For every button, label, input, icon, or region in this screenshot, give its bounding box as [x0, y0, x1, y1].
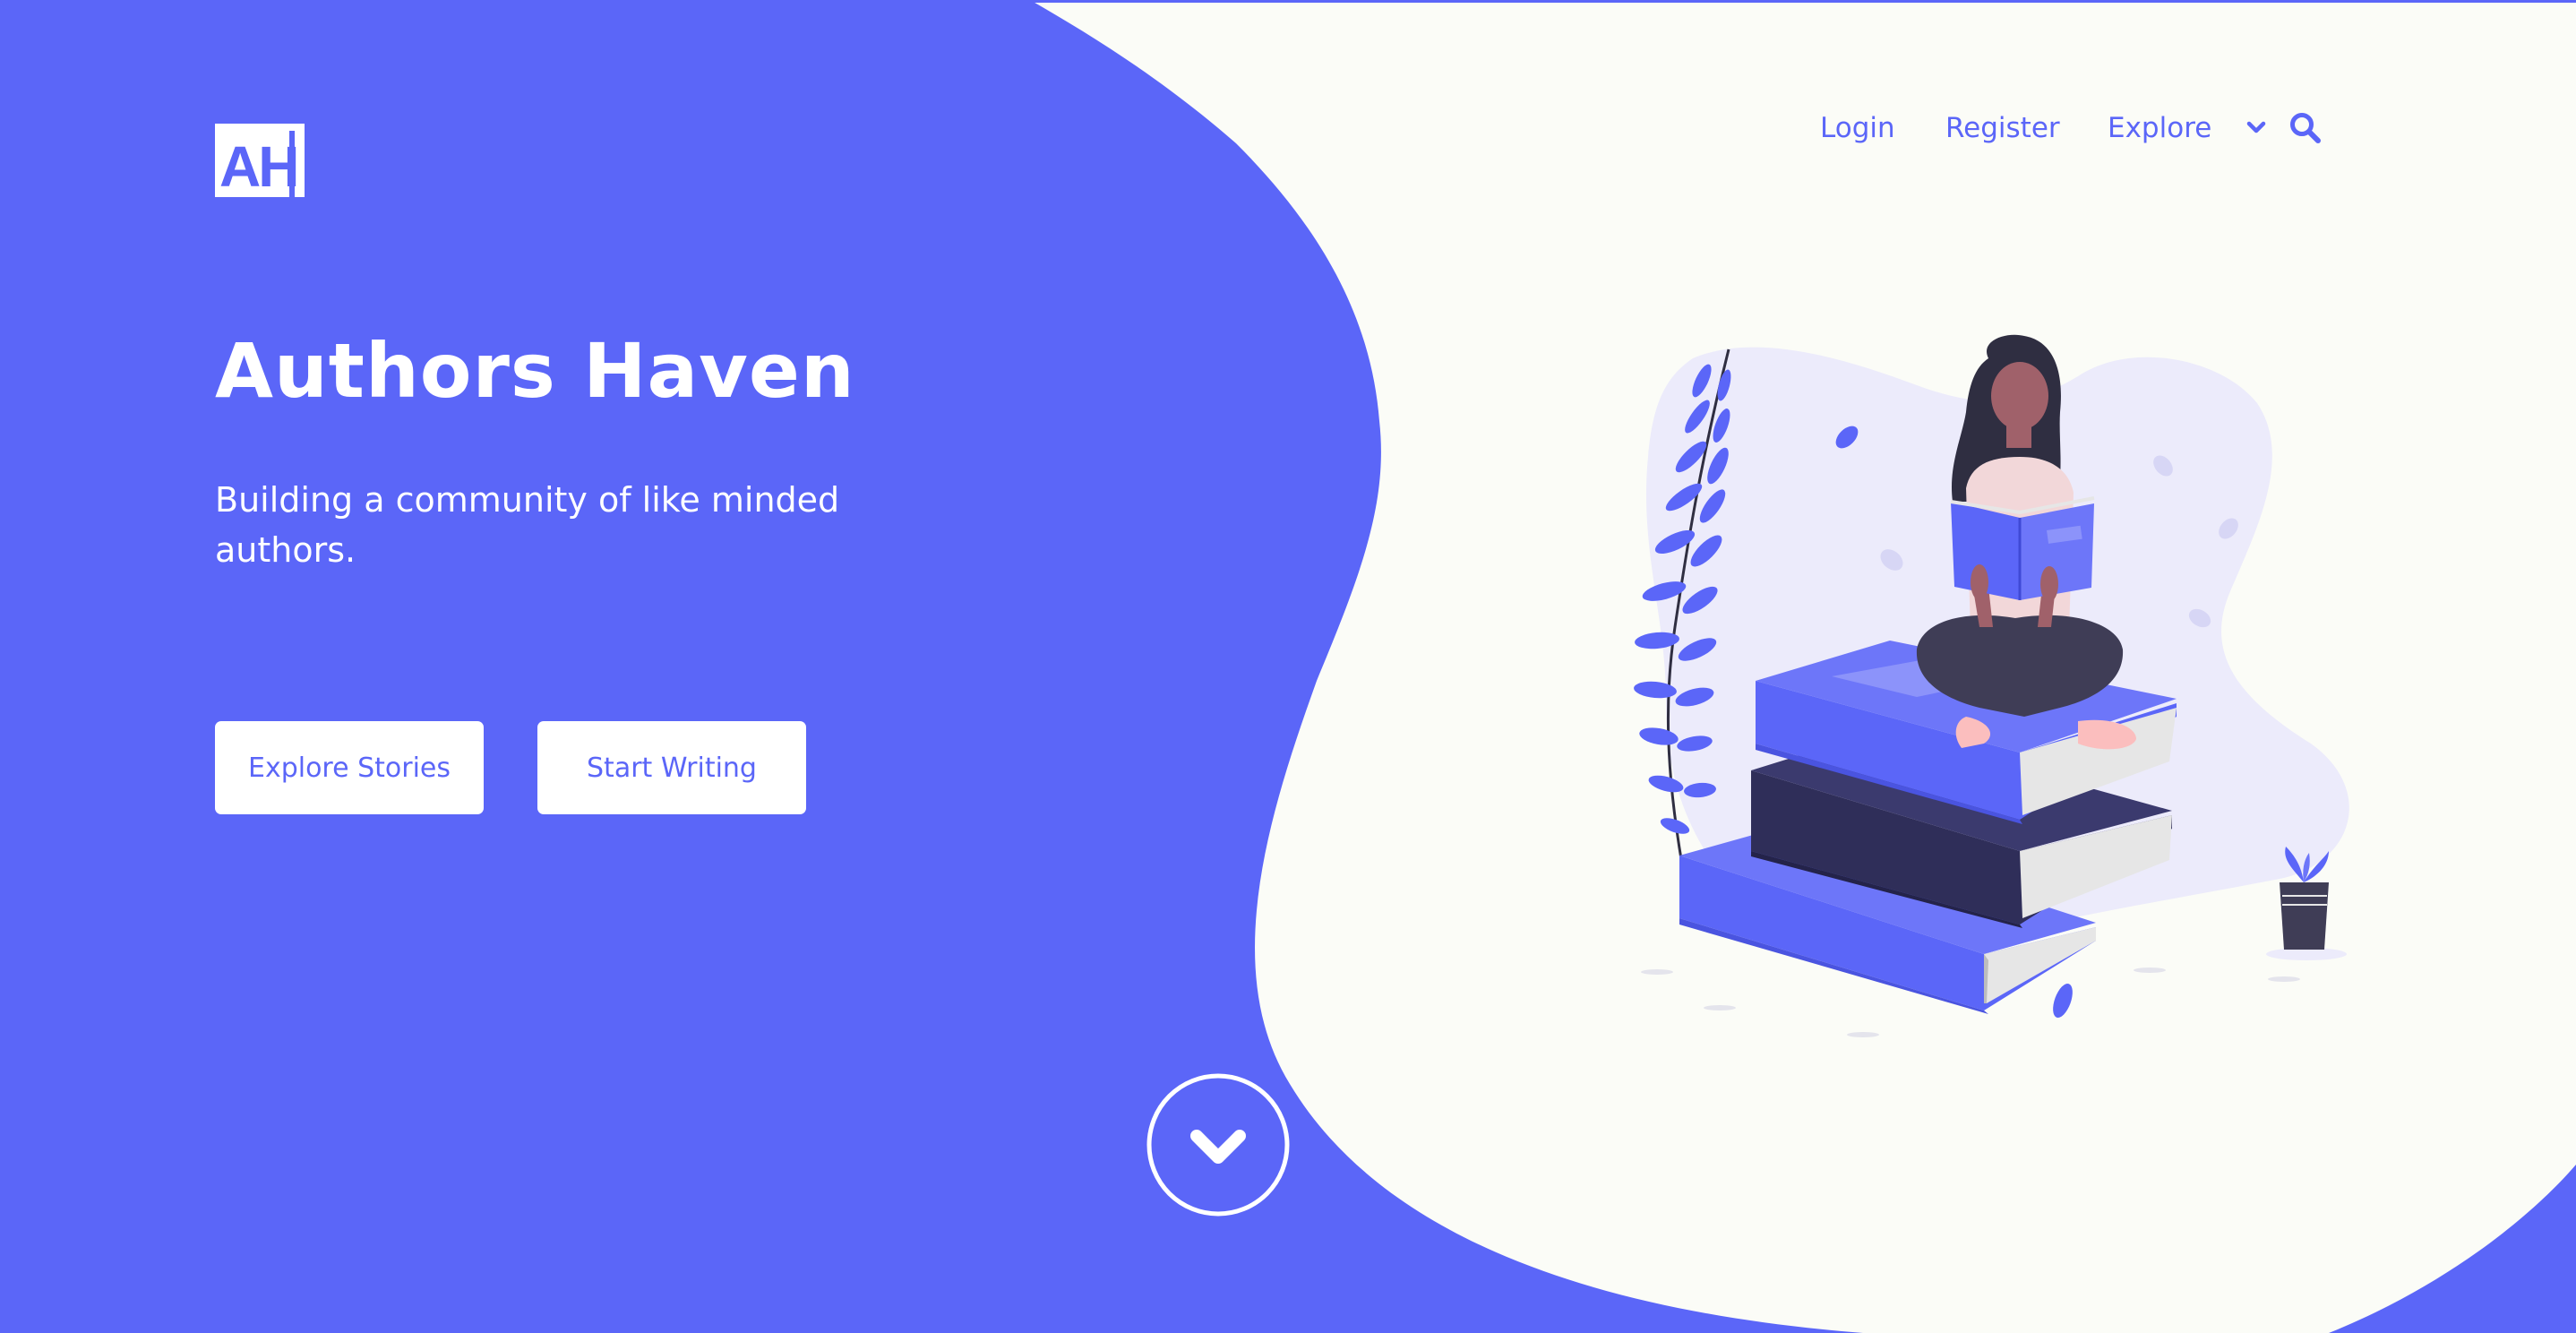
page-title: Authors Haven	[215, 327, 855, 415]
explore-stories-button[interactable]: Explore Stories	[215, 721, 484, 814]
logo[interactable]: AH	[215, 124, 305, 199]
start-writing-button[interactable]: Start Writing	[537, 721, 806, 814]
nav-explore-dropdown[interactable]: Explore	[2108, 106, 2211, 150]
logo-text: AH	[219, 134, 296, 197]
search-icon[interactable]	[2288, 111, 2323, 145]
hero-subtitle: Building a community of like minded auth…	[215, 480, 840, 570]
chevron-down-icon	[1190, 1130, 1246, 1164]
logo-mark: AH	[215, 124, 305, 199]
nav-register-link[interactable]: Register	[1945, 106, 2060, 150]
chevron-down-icon[interactable]	[2246, 117, 2266, 137]
reading-woman-illustration	[1634, 334, 2349, 1037]
top-navigation: Login Register Explore	[1791, 106, 2347, 150]
nav-login-link[interactable]: Login	[1820, 106, 1895, 150]
scroll-down-button[interactable]	[1146, 1073, 1290, 1217]
scroll-down-circle	[1146, 1073, 1290, 1217]
